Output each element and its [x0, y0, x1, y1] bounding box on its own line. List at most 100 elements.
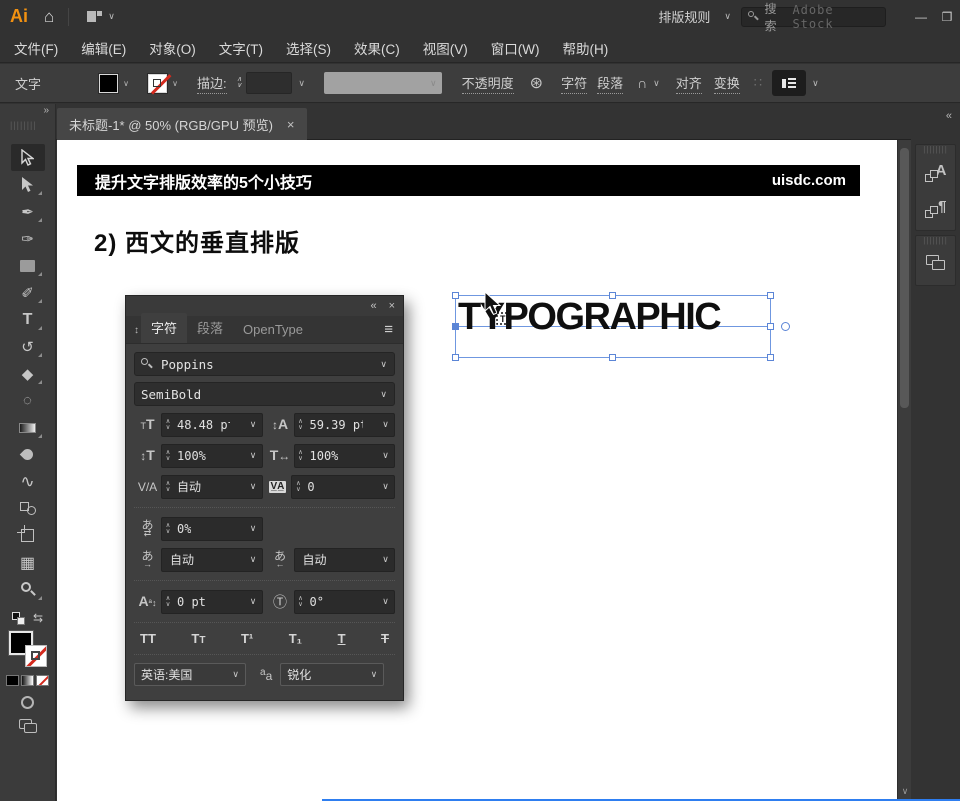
- collapse-dock-icon[interactable]: «: [946, 110, 952, 122]
- selection-handle[interactable]: [609, 354, 616, 361]
- font-style-field[interactable]: SemiBold ∨: [134, 382, 395, 406]
- gradient-mode-button[interactable]: [21, 675, 34, 686]
- character-styles-panel-button[interactable]: A: [916, 154, 955, 190]
- document-tab[interactable]: 未标题-1* @ 50% (RGB/GPU 预览) ×: [57, 108, 307, 140]
- rectangle-tool[interactable]: [11, 252, 45, 279]
- chevron-down-icon[interactable]: ∨: [292, 78, 312, 89]
- selection-handle[interactable]: [767, 354, 774, 361]
- selection-tool[interactable]: [11, 144, 45, 171]
- transform-link[interactable]: 变换: [714, 73, 740, 94]
- close-tab-icon[interactable]: ×: [287, 117, 295, 132]
- type-tool[interactable]: T: [11, 306, 45, 333]
- font-size-control[interactable]: TT ∧∨48.48 pt∨: [134, 412, 263, 437]
- envelope-distort-icon[interactable]: ∩: [637, 75, 647, 91]
- stroke-none-swatch[interactable]: [148, 74, 167, 93]
- canvas[interactable]: 提升文字排版效率的5个小技巧 uisdc.com 2) 西文的垂直排版 TYPO…: [57, 140, 897, 801]
- leading-control[interactable]: ↕A ∧∨59.39 pt∨: [267, 412, 396, 437]
- fill-color-control[interactable]: ∨: [99, 74, 134, 93]
- superscript-button[interactable]: T¹: [241, 631, 253, 646]
- text-out-port[interactable]: [781, 322, 790, 331]
- grid-tool[interactable]: ▦: [11, 549, 45, 576]
- selection-handle[interactable]: [452, 292, 459, 299]
- chevron-down-icon[interactable]: ∨: [380, 389, 387, 400]
- scrollbar-thumb[interactable]: [900, 148, 909, 408]
- stroke-none-indicator[interactable]: [25, 645, 47, 667]
- chevron-down-icon[interactable]: ∨: [245, 554, 262, 565]
- drag-handle[interactable]: ||||||||: [916, 145, 955, 154]
- all-caps-button[interactable]: TT: [140, 631, 156, 646]
- menu-edit[interactable]: 编辑(E): [81, 38, 126, 58]
- menu-view[interactable]: 视图(V): [423, 38, 468, 58]
- selection-handle[interactable]: [452, 354, 459, 361]
- stroke-weight-field[interactable]: [246, 72, 292, 94]
- artboards-panel-button[interactable]: [916, 245, 955, 281]
- illustrator-logo-icon[interactable]: Ai: [10, 6, 28, 27]
- default-fill-stroke-icon[interactable]: [12, 612, 25, 625]
- chevron-down-icon[interactable]: ∨: [245, 450, 262, 461]
- menu-type[interactable]: 文字(T): [219, 38, 263, 58]
- paintbrush-tool[interactable]: ✐: [11, 279, 45, 306]
- minimize-button[interactable]: —: [908, 10, 934, 24]
- chevron-down-icon[interactable]: ∨: [245, 523, 262, 534]
- chevron-down-icon[interactable]: ∨: [380, 359, 387, 370]
- vertical-scrollbar[interactable]: ∨: [897, 140, 911, 801]
- paragraph-styles-panel-button[interactable]: ¶: [916, 190, 955, 226]
- chevron-down-icon[interactable]: ∨: [812, 78, 819, 89]
- chevron-down-icon[interactable]: ∨: [377, 450, 394, 461]
- font-family-field[interactable]: Poppins ∨: [134, 352, 395, 376]
- artboard-tool[interactable]: [11, 522, 45, 549]
- menu-window[interactable]: 窗口(W): [491, 38, 540, 58]
- arrange-documents-icon[interactable]: [87, 11, 102, 22]
- selection-handle[interactable]: [767, 292, 774, 299]
- paragraph-panel-link[interactable]: 段落: [597, 73, 623, 94]
- tracking-control[interactable]: V̲A̲ ∧∨0∨: [267, 474, 396, 499]
- chevron-down-icon[interactable]: ∨: [245, 596, 262, 607]
- kerning-control[interactable]: V/A ∧∨自动∨: [134, 474, 263, 499]
- horizontal-scale-control[interactable]: T↔ ∧∨100%∨: [267, 443, 396, 468]
- recolor-artwork-icon[interactable]: ⊛: [530, 73, 543, 93]
- drag-handle[interactable]: ||||||||: [10, 120, 37, 130]
- eraser-tool[interactable]: ◆: [11, 360, 45, 387]
- chevron-down-icon[interactable]: ∨: [167, 79, 183, 88]
- small-caps-button[interactable]: TT: [191, 631, 205, 646]
- stroke-color-control[interactable]: ∨: [148, 74, 183, 93]
- proportional-spacing-control[interactable]: あ⇄ ∧∨0%∨: [134, 516, 263, 541]
- drag-handle[interactable]: ||||||||: [916, 236, 955, 245]
- fill-swatch[interactable]: [99, 74, 118, 93]
- tab-character[interactable]: 字符: [141, 313, 187, 343]
- zoom-tool[interactable]: [11, 576, 45, 603]
- collapse-panel-icon[interactable]: «: [370, 300, 376, 312]
- chevron-down-icon[interactable]: ∨: [377, 419, 394, 430]
- stroke-link[interactable]: 描边:: [197, 73, 227, 94]
- insert-space-right-control[interactable]: あ← 自动∨: [267, 547, 396, 572]
- direct-selection-tool[interactable]: [11, 171, 45, 198]
- menu-file[interactable]: 文件(F): [14, 38, 58, 58]
- underline-button[interactable]: T: [338, 631, 346, 646]
- shape-builder-tool[interactable]: [11, 495, 45, 522]
- maximize-button[interactable]: ❒: [934, 10, 960, 24]
- menu-effect[interactable]: 效果(C): [354, 38, 400, 58]
- tab-paragraph[interactable]: 段落: [187, 313, 233, 343]
- gradient-tool[interactable]: [11, 414, 45, 441]
- chevron-down-icon[interactable]: ∨: [245, 481, 262, 492]
- chevron-down-icon[interactable]: ∨: [245, 419, 262, 430]
- width-tool[interactable]: ∿: [11, 468, 45, 495]
- subscript-button[interactable]: T₁: [289, 631, 302, 646]
- home-icon[interactable]: ⌂: [44, 7, 54, 27]
- stroke-weight-stepper[interactable]: ∧∨: [233, 72, 246, 94]
- antialias-dropdown[interactable]: 锐化 ∨: [280, 663, 384, 686]
- insert-space-left-control[interactable]: あ→ 自动∨: [134, 547, 263, 572]
- chevron-down-icon[interactable]: ∨: [377, 596, 394, 607]
- strikethrough-button[interactable]: T: [381, 631, 389, 646]
- character-panel[interactable]: « × ↕ 字符 段落 OpenType ≡ Poppins ∨: [125, 295, 404, 701]
- selection-handle[interactable]: [767, 323, 774, 330]
- expand-toolbar-icon[interactable]: »: [43, 105, 49, 116]
- panel-menu-icon[interactable]: ≡: [374, 321, 403, 343]
- none-mode-button[interactable]: [36, 675, 49, 686]
- swap-fill-stroke-icon[interactable]: ⇆: [33, 611, 43, 625]
- menu-object[interactable]: 对象(O): [149, 38, 196, 58]
- eyedropper-tool[interactable]: [11, 441, 45, 468]
- chevron-down-icon[interactable]: ∨: [653, 78, 660, 89]
- pen-tool[interactable]: ✒: [11, 198, 45, 225]
- stock-search-input[interactable]: 搜索 Adobe Stock: [741, 7, 886, 27]
